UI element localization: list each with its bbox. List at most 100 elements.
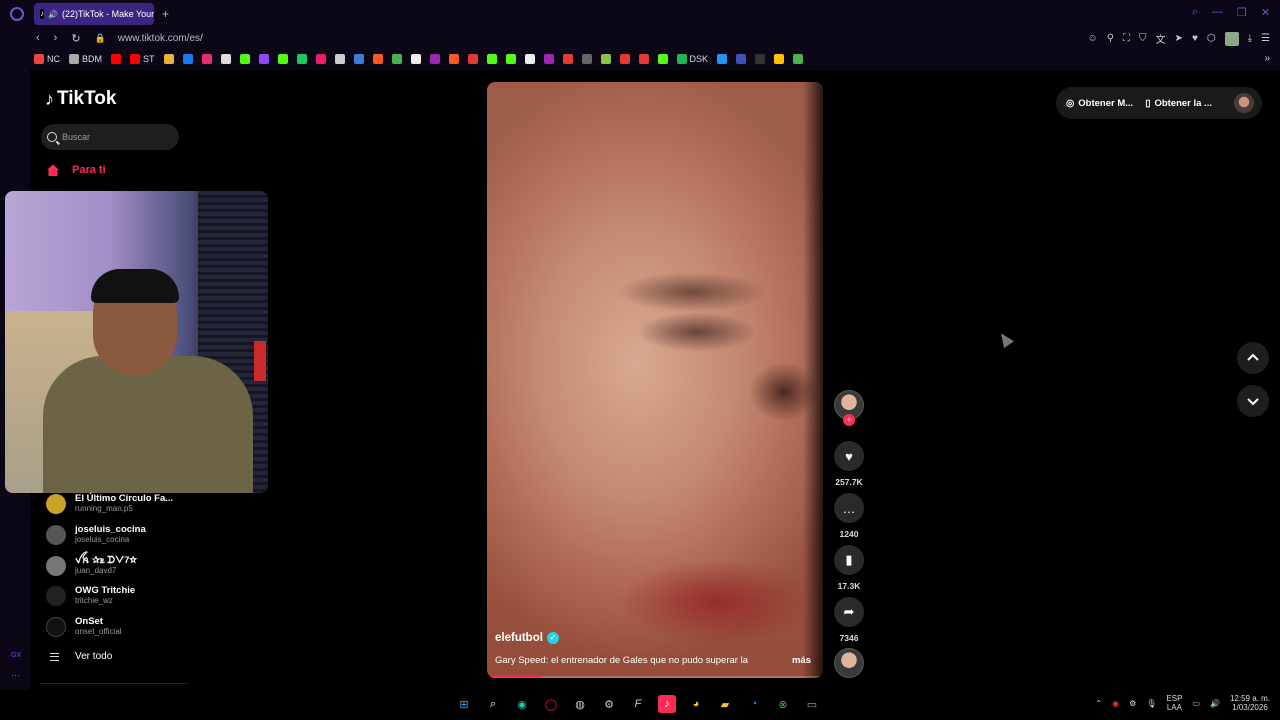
close-icon[interactable]: ✕ bbox=[1261, 6, 1270, 19]
bookmark-item[interactable] bbox=[448, 54, 459, 64]
obs-icon[interactable]: ◍ bbox=[571, 695, 589, 713]
like-action[interactable]: ♥ 257.7K bbox=[834, 441, 864, 487]
search-tabs-icon[interactable]: ⌕ bbox=[1192, 6, 1198, 19]
heart-icon[interactable]: ♥ bbox=[834, 441, 864, 471]
bookmark-item[interactable] bbox=[429, 54, 440, 64]
bookmark-item[interactable]: ST bbox=[130, 54, 155, 64]
reload-icon[interactable]: ↻ bbox=[71, 32, 80, 45]
bookmark-item[interactable]: BDM bbox=[69, 54, 102, 64]
bookmark-item[interactable] bbox=[353, 54, 364, 64]
bookmark-item[interactable] bbox=[258, 54, 269, 64]
bookmark-icon[interactable]: ▮ bbox=[834, 545, 864, 575]
bookmark-item[interactable] bbox=[543, 54, 554, 64]
bookmark-item[interactable] bbox=[372, 54, 383, 64]
bookmark-item[interactable] bbox=[638, 54, 649, 64]
opera-logo-icon[interactable] bbox=[10, 7, 24, 21]
bookmark-item[interactable] bbox=[334, 54, 345, 64]
bookmark-item[interactable] bbox=[774, 54, 785, 64]
video-player[interactable]: elefutbol ✓ Gary Speed: el entrenador de… bbox=[487, 82, 823, 678]
search-box[interactable] bbox=[41, 124, 179, 150]
bookmark-item[interactable] bbox=[600, 54, 611, 64]
bookmark-item[interactable] bbox=[562, 54, 573, 64]
pin-icon[interactable]: ⚲ bbox=[1107, 33, 1114, 44]
emoji-icon[interactable]: ☺ bbox=[1088, 33, 1098, 44]
volume-icon[interactable]: 🔊 bbox=[1210, 699, 1220, 708]
tray-app-icon[interactable]: ◉ bbox=[1112, 699, 1119, 708]
edge-icon[interactable]: ◉ bbox=[513, 695, 531, 713]
url-field[interactable]: www.tiktok.com/es/ bbox=[118, 33, 203, 44]
tab-tiktok[interactable]: ♪ 🔊 (22)TikTok - Make Your bbox=[34, 3, 154, 25]
messenger-icon[interactable]: ◔ bbox=[745, 695, 763, 713]
next-video-button[interactable] bbox=[1237, 385, 1269, 417]
steam-icon[interactable]: ⚙ bbox=[600, 695, 618, 713]
caption-more-button[interactable]: más bbox=[792, 655, 811, 666]
bookmark-item[interactable] bbox=[296, 54, 307, 64]
bookmark-item[interactable]: DSK bbox=[676, 54, 708, 64]
more-icon[interactable]: ⋯ bbox=[11, 670, 20, 681]
share-icon[interactable]: ➦ bbox=[834, 597, 864, 627]
terminal-icon[interactable]: ▭ bbox=[803, 695, 821, 713]
bookmark-item[interactable] bbox=[467, 54, 478, 64]
video-progress-bar[interactable] bbox=[487, 676, 823, 678]
bookmark-item[interactable] bbox=[220, 54, 231, 64]
bookmark-item[interactable] bbox=[619, 54, 630, 64]
send-icon[interactable]: ➤ bbox=[1175, 33, 1183, 44]
bookmark-item[interactable] bbox=[277, 54, 288, 64]
user-avatar[interactable] bbox=[1234, 93, 1254, 113]
snapshot-icon[interactable]: ⛶ bbox=[1123, 33, 1130, 44]
sidebar-item-for-you[interactable]: Para ti bbox=[46, 163, 106, 177]
comment-icon[interactable]: … bbox=[834, 493, 864, 523]
download-icon[interactable]: ⤓ bbox=[1248, 33, 1252, 44]
profile-avatar[interactable] bbox=[1224, 31, 1239, 46]
bookmark-item[interactable] bbox=[717, 54, 728, 64]
language-indicator[interactable]: ESP LAA bbox=[1166, 694, 1182, 712]
follow-plus-icon[interactable]: + bbox=[843, 414, 855, 426]
share-action[interactable]: ➦ 7346 bbox=[834, 597, 864, 643]
following-item[interactable]: OnSet onset_official bbox=[46, 615, 196, 639]
xbox-icon[interactable]: ⊗ bbox=[774, 695, 792, 713]
translate-icon[interactable]: 文 bbox=[1156, 31, 1166, 46]
opera-gx-icon[interactable]: ◯ bbox=[542, 695, 560, 713]
microphone-icon[interactable]: 🎙 bbox=[1146, 699, 1156, 708]
following-item[interactable]: El Último Círculo Fa... running_man.p5 bbox=[46, 492, 196, 516]
bookmark-item[interactable] bbox=[315, 54, 326, 64]
tiktok-logo[interactable]: ♪ TikTok bbox=[45, 88, 116, 110]
extensions-icon[interactable]: ⬡ bbox=[1207, 33, 1216, 44]
bookmark-item[interactable] bbox=[793, 54, 804, 64]
video-author[interactable]: elefutbol ✓ bbox=[495, 632, 559, 644]
see-all-link[interactable]: Ver todo bbox=[50, 651, 112, 662]
bookmark-item[interactable]: NC bbox=[34, 54, 60, 64]
following-item[interactable]: ꪜꫝ ✰ꭱ ᗪᐯ7☆ juan_davd7 bbox=[46, 554, 196, 578]
get-app-button[interactable]: ▯ Obtener la ... bbox=[1145, 98, 1212, 109]
menu-icon[interactable]: ☰ bbox=[1261, 33, 1270, 44]
clock[interactable]: 12:59 a. m. 1/03/2026 bbox=[1230, 694, 1270, 712]
bookmark-item[interactable] bbox=[111, 54, 121, 64]
maximize-icon[interactable]: ❐ bbox=[1237, 6, 1247, 19]
search-icon[interactable]: ⌕ bbox=[484, 695, 502, 713]
shield-icon[interactable]: ⛉ bbox=[1139, 33, 1147, 44]
frame-icon[interactable]: F bbox=[629, 695, 647, 713]
bookmark-item[interactable] bbox=[410, 54, 421, 64]
heart-icon[interactable]: ♥ bbox=[1192, 33, 1198, 44]
gx-label[interactable]: GX bbox=[11, 652, 21, 659]
tiktok-app-icon[interactable]: ♪ bbox=[658, 695, 676, 713]
forward-icon[interactable]: › bbox=[54, 32, 58, 44]
bookmark-item[interactable] bbox=[239, 54, 250, 64]
search-input[interactable] bbox=[62, 132, 172, 142]
network-icon[interactable]: ▭ bbox=[1192, 699, 1200, 708]
previous-video-button[interactable] bbox=[1237, 342, 1269, 374]
bookmark-item[interactable] bbox=[182, 54, 193, 64]
tray-expand-icon[interactable]: ⌃ bbox=[1095, 699, 1102, 708]
speaker-icon[interactable]: 🔊 bbox=[48, 10, 58, 19]
bookmark-item[interactable] bbox=[163, 54, 174, 64]
bookmark-item[interactable] bbox=[391, 54, 402, 64]
bookmark-item[interactable] bbox=[657, 54, 668, 64]
following-item[interactable]: joseluis_cocina joseluis_cocina bbox=[46, 523, 196, 547]
chrome-icon[interactable]: ◕ bbox=[687, 695, 705, 713]
back-icon[interactable]: ‹ bbox=[36, 32, 40, 44]
windows-start-icon[interactable]: ⊞ bbox=[455, 695, 473, 713]
tray-settings-icon[interactable]: ⚙ bbox=[1129, 699, 1136, 708]
bookmark-item[interactable] bbox=[505, 54, 516, 64]
minimize-icon[interactable]: — bbox=[1212, 6, 1223, 19]
bookmark-item[interactable] bbox=[486, 54, 497, 64]
